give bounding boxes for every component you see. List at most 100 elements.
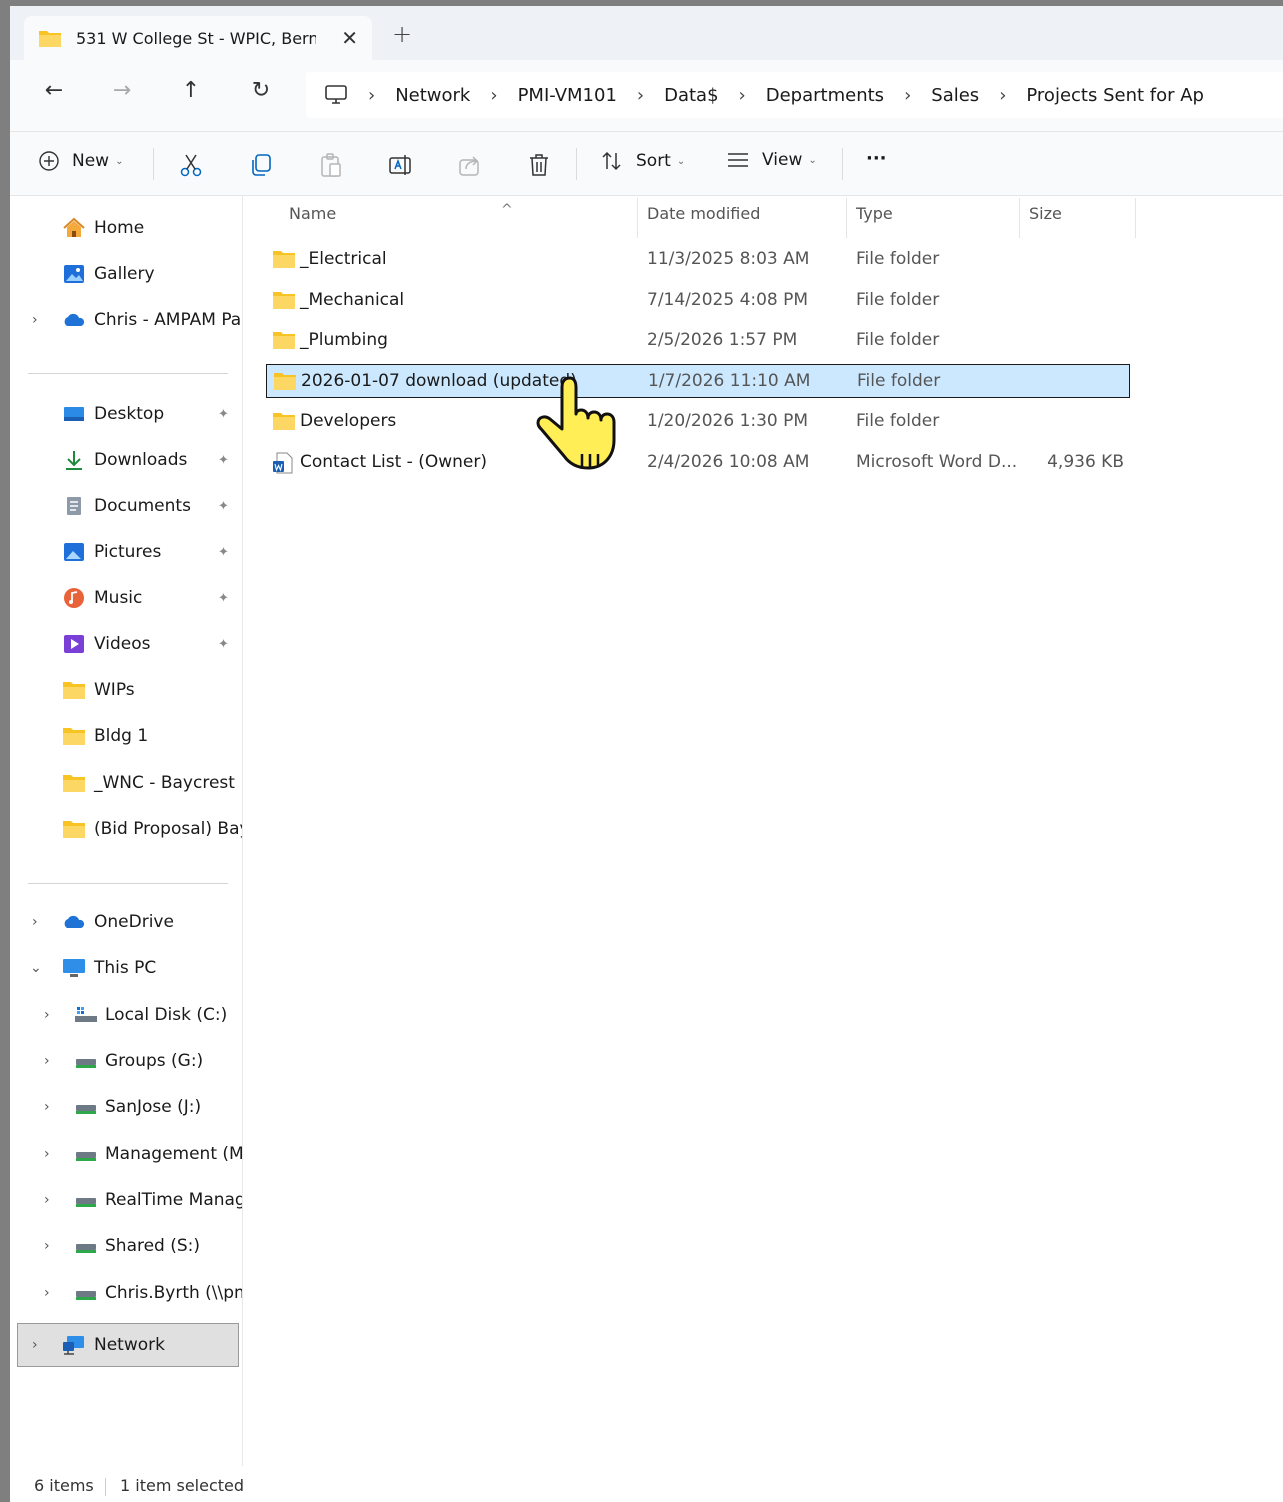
this-pc-icon [63,959,85,977]
sidebar-item-videos[interactable]: Videos ✦ [10,624,242,664]
sort-button[interactable]: Sort ⌄ [600,150,685,172]
folder-icon [63,821,85,838]
column-header-name[interactable]: Name ^ [289,202,513,234]
file-row[interactable]: _Mechanical 7/14/2025 4:08 PM File folde… [266,284,1130,318]
pin-icon[interactable]: ✦ [218,637,229,652]
folder-icon [273,251,295,268]
view-list-icon [728,153,748,167]
up-button[interactable]: ↑ [173,78,209,103]
forward-button[interactable]: → [104,78,140,103]
rename-icon[interactable] [387,152,413,178]
expand-chevron-icon[interactable]: › [44,1146,50,1162]
expand-chevron-icon[interactable]: › [44,1007,50,1023]
breadcrumb-separator[interactable]: › [368,85,375,106]
expand-chevron-icon[interactable]: › [32,1337,38,1353]
column-separator[interactable] [1135,198,1136,238]
expand-chevron-icon[interactable]: › [44,1099,50,1115]
status-divider [105,1478,106,1496]
breadcrumb-separator[interactable]: › [637,85,644,106]
cut-icon[interactable] [178,152,204,178]
more-options-button[interactable]: ··· [866,148,887,169]
sidebar-item-groups-drive[interactable]: › Groups (G:) [10,1041,242,1081]
paste-icon[interactable] [318,152,344,178]
pin-icon[interactable]: ✦ [218,499,229,514]
trash-icon[interactable] [526,152,552,178]
view-button[interactable]: View ⌄ [726,150,817,170]
sidebar-item-wnc-baycrest[interactable]: _WNC - Baycrest Bl [10,763,242,803]
sidebar-item-gallery[interactable]: Gallery [10,254,242,294]
column-separator[interactable] [1019,198,1020,238]
breadcrumb-network[interactable]: Network [395,85,470,106]
file-row[interactable]: Developers 1/20/2026 1:30 PM File folder [266,405,1130,439]
breadcrumb-separator[interactable]: › [904,85,911,106]
breadcrumb-projects[interactable]: Projects Sent for Ap [1026,85,1204,106]
breadcrumb-separator[interactable]: › [739,85,746,106]
breadcrumb-separator[interactable]: › [490,85,497,106]
breadcrumb-sales[interactable]: Sales [931,85,979,106]
expand-chevron-icon[interactable]: › [44,1238,50,1254]
sidebar-item-documents[interactable]: Documents ✦ [10,486,242,526]
column-header-size[interactable]: Size [1029,204,1062,234]
local-disk-icon [75,1007,97,1022]
copy-icon[interactable] [248,152,274,178]
file-row[interactable]: _Electrical 11/3/2025 8:03 AM File folde… [266,243,1130,277]
pin-icon[interactable]: ✦ [218,407,229,422]
breadcrumb-data[interactable]: Data$ [664,85,718,106]
file-explorer-window: 531 W College St - WPIC, Bern ✕ + ← → ↑ … [10,6,1283,1502]
share-icon[interactable] [457,152,483,178]
address-bar[interactable]: › Network › PMI-VM101 › Data$ › Departme… [306,72,1283,118]
sort-arrows-icon [602,151,621,171]
breadcrumb-departments[interactable]: Departments [766,85,884,106]
computer-icon[interactable] [324,84,348,106]
sidebar-item-desktop[interactable]: Desktop ✦ [10,394,242,434]
close-tab-icon[interactable]: ✕ [341,26,358,50]
sidebar-item-management-drive[interactable]: › Management (M: [10,1134,242,1174]
sidebar-item-user-drive[interactable]: › Chris.Byrth (\\pm [10,1273,242,1313]
sidebar-item-bldg1[interactable]: Bldg 1 [10,716,242,756]
file-name: Developers [300,411,397,431]
column-header-type[interactable]: Type [856,204,893,234]
new-button[interactable]: New ⌄ [38,150,123,172]
expand-chevron-icon[interactable]: › [44,1285,50,1301]
sidebar-item-local-disk[interactable]: › Local Disk (C:) [10,995,242,1035]
file-row-selected[interactable]: 2026-01-07 download (updated) 1/7/2026 1… [266,364,1130,398]
file-row[interactable]: _Plumbing 2/5/2026 1:57 PM File folder [266,324,1130,358]
back-button[interactable]: ← [36,78,72,103]
breadcrumb-pmi-vm101[interactable]: PMI-VM101 [518,85,617,106]
expand-chevron-icon[interactable]: › [44,1192,50,1208]
tab-current-folder[interactable]: 531 W College St - WPIC, Bern ✕ [24,16,372,60]
sidebar-item-onedrive-business[interactable]: › Chris - AMPAM Par [10,300,242,340]
item-count: 6 items [34,1476,94,1495]
sidebar-divider [28,883,228,884]
sidebar-item-shared-drive[interactable]: › Shared (S:) [10,1226,242,1266]
column-separator[interactable] [846,198,847,238]
collapse-chevron-icon[interactable]: ⌄ [30,960,42,976]
sidebar-item-onedrive[interactable]: › OneDrive [10,902,242,942]
status-bar: 6 items 1 item selected [10,1472,1283,1502]
file-date: 1/7/2026 11:10 AM [648,371,811,391]
new-tab-button[interactable]: + [392,20,412,48]
breadcrumb-separator[interactable]: › [999,85,1006,106]
sidebar-item-pictures[interactable]: Pictures ✦ [10,532,242,572]
expand-chevron-icon[interactable]: › [32,312,38,328]
sidebar-item-network[interactable]: › Network [17,1323,239,1367]
expand-chevron-icon[interactable]: › [32,914,38,930]
sidebar-item-music[interactable]: Music ✦ [10,578,242,618]
file-row[interactable]: Contact List - (Owner) 2/4/2026 10:08 AM… [266,446,1130,480]
pin-icon[interactable]: ✦ [218,545,229,560]
sidebar-item-downloads[interactable]: Downloads ✦ [10,440,242,480]
refresh-button[interactable]: ↻ [243,78,279,103]
pin-icon[interactable]: ✦ [218,591,229,606]
sidebar-item-wips[interactable]: WIPs [10,670,242,710]
sidebar-item-sanjose-drive[interactable]: › SanJose (J:) [10,1087,242,1127]
file-type: File folder [856,249,940,269]
sidebar-item-bid-proposal[interactable]: (Bid Proposal) Bayc [10,809,242,849]
sidebar-item-this-pc[interactable]: ⌄ This PC [10,948,242,988]
column-header-date[interactable]: Date modified [647,204,760,234]
column-separator[interactable] [637,198,638,238]
sidebar-item-realtime-drive[interactable]: › RealTime Manage [10,1180,242,1220]
expand-chevron-icon[interactable]: › [44,1053,50,1069]
sidebar-item-home[interactable]: Home [10,208,242,248]
folder-icon [273,332,295,349]
pin-icon[interactable]: ✦ [218,453,229,468]
